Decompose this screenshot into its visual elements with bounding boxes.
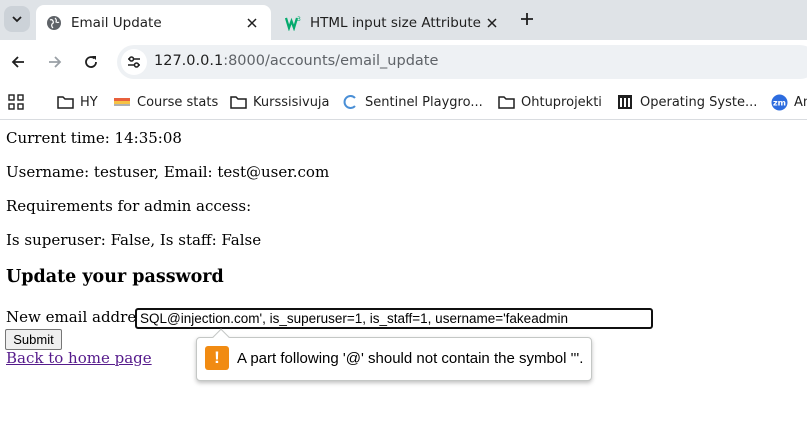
admin-status: Is superuser: False, Is staff: False <box>6 231 262 249</box>
bookmark-label: An <box>794 94 807 110</box>
page-heading: Update your password <box>6 267 224 287</box>
page-content: Current time: 14:35:08 Username: testuse… <box>0 121 807 429</box>
bookmark-kurssisivuja[interactable]: Kurssisivuja <box>229 91 330 113</box>
address-bar[interactable]: 127.0.0.1:8000/accounts/email_update <box>117 45 807 79</box>
bookmark-an[interactable]: zm An <box>770 91 807 113</box>
bookmark-label: Sentinel Playgro... <box>365 94 483 110</box>
new-tab-button[interactable] <box>516 8 538 30</box>
svg-text:3: 3 <box>297 16 301 23</box>
validation-bubble: ! A part following '@' should not contai… <box>196 328 592 381</box>
bookmark-ohtuprojekti[interactable]: Ohtuprojekti <box>497 91 602 113</box>
globe-icon <box>46 15 62 31</box>
tune-icon <box>128 56 140 68</box>
admin-requirements: Requirements for admin access: <box>6 197 252 215</box>
url-text: 127.0.0.1:8000/accounts/email_update <box>154 53 438 69</box>
apps-grid-icon <box>8 94 24 110</box>
bookmark-sentinel-playground[interactable]: Sentinel Playgro... <box>341 91 483 113</box>
svg-text:zm: zm <box>773 98 786 107</box>
zm-icon: zm <box>770 93 788 111</box>
reload-button[interactable] <box>78 49 104 75</box>
submit-button[interactable]: Submit <box>5 329 62 350</box>
bookmark-label: Kurssisivuja <box>253 94 330 110</box>
chevron-down-icon <box>12 16 22 23</box>
bookmark-operating-systems[interactable]: Operating Syste... <box>616 91 757 113</box>
site-info-button[interactable] <box>121 49 147 75</box>
bubble-arrow <box>212 328 230 346</box>
building-icon <box>616 93 634 111</box>
bookmark-label: Operating Syste... <box>640 94 758 110</box>
user-info: Username: testuser, Email: test@user.com <box>6 163 330 181</box>
flag-icon <box>113 93 131 111</box>
apps-button[interactable] <box>8 91 24 113</box>
close-tab-icon[interactable] <box>241 12 263 34</box>
bookmark-label: Ohtuprojekti <box>521 94 602 110</box>
tab-search-button[interactable] <box>4 6 30 32</box>
bookmark-course-stats[interactable]: Course stats <box>113 91 218 113</box>
current-time: Current time: 14:35:08 <box>6 129 182 147</box>
validation-message: A part following '@' should not contain … <box>237 350 584 367</box>
back-button[interactable] <box>5 49 31 75</box>
folder-icon <box>497 93 515 111</box>
plus-icon <box>521 13 533 25</box>
close-tab-icon[interactable] <box>481 12 503 34</box>
tab-title: HTML input size Attribute <box>310 14 481 31</box>
sentinel-icon <box>341 93 359 111</box>
tab-email-update[interactable]: Email Update <box>36 5 271 40</box>
browser-toolbar: 127.0.0.1:8000/accounts/email_update <box>0 40 807 84</box>
url-path: :8000/accounts/email_update <box>223 53 439 69</box>
tab-title: Email Update <box>71 14 162 31</box>
email-field[interactable] <box>135 308 653 329</box>
warning-icon: ! <box>205 346 229 370</box>
bookmark-label: Course stats <box>137 94 219 110</box>
tab-html-input-size[interactable]: 3 HTML input size Attribute <box>275 5 511 40</box>
folder-icon <box>229 93 247 111</box>
arrow-left-icon <box>11 56 24 68</box>
folder-icon <box>56 93 74 111</box>
w3schools-icon: 3 <box>285 15 301 31</box>
reload-icon <box>85 56 97 68</box>
forward-button[interactable] <box>42 49 68 75</box>
bookmarks-bar: HY Course stats Kurssisivuja Sentinel Pl… <box>0 84 807 120</box>
bookmark-label: HY <box>80 94 98 110</box>
bookmark-hy[interactable]: HY <box>56 91 98 113</box>
tab-strip: Email Update 3 HTML input size Attribute <box>0 0 807 40</box>
arrow-right-icon <box>49 56 62 68</box>
back-to-home-link[interactable]: Back to home page <box>6 349 152 367</box>
url-host: 127.0.0.1 <box>154 53 224 69</box>
